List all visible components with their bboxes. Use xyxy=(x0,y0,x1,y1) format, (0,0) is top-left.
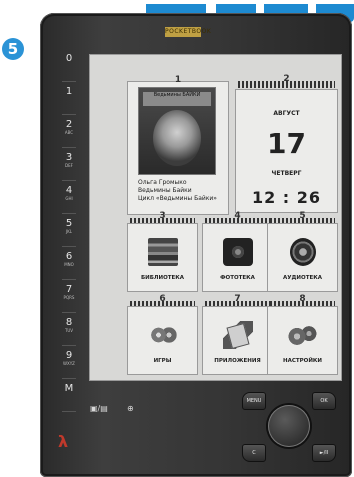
app-tile-photos[interactable]: 4 ФОТОТЕКА xyxy=(202,211,273,292)
current-book-tile[interactable]: 1 Ведьмины БАЙКИ Ольга Громыко Ведьмины … xyxy=(127,75,229,215)
c-button[interactable]: C xyxy=(242,444,266,462)
tile-number: 1 xyxy=(174,75,182,85)
zoom-icon[interactable]: ⊕ xyxy=(127,404,134,413)
gamepad-icon xyxy=(148,321,178,349)
book-cover: Ведьмины БАЙКИ xyxy=(138,87,216,175)
tile-body: АУДИОТЕКА xyxy=(267,223,338,292)
device-bottom-panel: ▣/▤ ⊕ λ MENU OK C ►/II xyxy=(40,380,352,477)
tile-number: 2 xyxy=(283,74,290,84)
app-label: НАСТРОЙКИ xyxy=(282,358,323,364)
brand-logo: POCKETBOOK xyxy=(165,27,212,37)
ok-button[interactable]: OK xyxy=(312,392,336,410)
app-tile-library[interactable]: 3 БИБЛИОТЕКА xyxy=(127,211,198,292)
bookmark-icon[interactable]: ▣/▤ xyxy=(90,404,108,413)
calendar-month: АВГУСТ xyxy=(273,110,300,117)
number-keys: 0 1 2 ABC 3 DEF 4 GHI 5 JKL 6 MNO 7 PQRS 8 TUV … xyxy=(58,53,80,423)
tile-body: ПРИЛОЖЕНИЯ xyxy=(202,306,273,375)
clock-time: 12 : 26 xyxy=(251,188,322,207)
camera-icon xyxy=(223,238,253,266)
key-0[interactable]: 0 xyxy=(58,53,80,82)
app-label: ФОТОТЕКА xyxy=(220,275,255,281)
navigation-pad: MENU OK C ►/II xyxy=(242,392,336,464)
key-7[interactable]: 7 PQRS xyxy=(58,284,80,313)
app-tile-audio[interactable]: 5 АУДИОТЕКА xyxy=(267,211,338,292)
key-9[interactable]: 9 WXYZ xyxy=(58,350,80,379)
tile-body: ИГРЫ xyxy=(127,306,198,375)
calendar-weekday: ЧЕТВЕРГ xyxy=(271,170,302,177)
app-tile-applications[interactable]: 7 ПРИЛОЖЕНИЯ xyxy=(202,294,273,375)
joystick-ring[interactable] xyxy=(268,405,310,447)
app-label: ПРИЛОЖЕНИЯ xyxy=(214,358,261,364)
tile-number: 4 xyxy=(234,211,241,221)
key-1[interactable]: 1 xyxy=(58,86,80,115)
key-3[interactable]: 3 DEF xyxy=(58,152,80,181)
book-title: Ведьмины Байки xyxy=(138,187,192,194)
cover-art xyxy=(153,110,201,166)
gears-icon xyxy=(288,321,318,349)
menu-button[interactable]: MENU xyxy=(242,392,266,410)
calendar-tile[interactable]: 2 АВГУСТ 17 ЧЕТВЕРГ 12 : 26 xyxy=(235,74,338,213)
key-2[interactable]: 2 ABC xyxy=(58,119,80,148)
tile-number: 6 xyxy=(159,294,166,304)
key-5[interactable]: 5 JKL xyxy=(58,218,80,247)
reader-logo-icon: λ xyxy=(58,432,69,451)
tile-number: 5 xyxy=(299,211,306,221)
app-label: ИГРЫ xyxy=(153,358,172,364)
calendar-day: 17 xyxy=(267,127,306,160)
key-8[interactable]: 8 TUV xyxy=(58,317,80,346)
speaker-icon xyxy=(290,238,316,266)
notebook-icon xyxy=(223,321,253,349)
key-6[interactable]: 6 MNO xyxy=(58,251,80,280)
app-tile-settings[interactable]: 8 НАСТРОЙКИ xyxy=(267,294,338,375)
play-pause-button[interactable]: ►/II xyxy=(312,444,336,462)
tile-body: НАСТРОЙКИ xyxy=(267,306,338,375)
book-series: Цикл «Ведьмины Байки» xyxy=(138,195,217,202)
book-info: Ольга Громыко Ведьмины Байки Цикл «Ведьм… xyxy=(138,179,226,203)
eink-screen: 1 Ведьмины БАЙКИ Ольга Громыко Ведьмины … xyxy=(89,54,342,381)
tile-body: ФОТОТЕКА xyxy=(202,223,273,292)
tile-number: 8 xyxy=(299,294,306,304)
cover-title: Ведьмины БАЙКИ xyxy=(143,92,211,106)
calendar-page: АВГУСТ 17 ЧЕТВЕРГ 12 : 26 xyxy=(235,89,338,213)
app-label: БИБЛИОТЕКА xyxy=(140,275,185,281)
app-tile-games[interactable]: 6 ИГРЫ xyxy=(127,294,198,375)
tile-number: 7 xyxy=(234,294,241,304)
books-icon xyxy=(148,238,178,266)
book-author: Ольга Громыко xyxy=(138,179,187,186)
app-label: АУДИОТЕКА xyxy=(283,275,322,281)
step-badge: 5 xyxy=(2,38,24,60)
tile-body: БИБЛИОТЕКА xyxy=(127,223,198,292)
key-4[interactable]: 4 GHI xyxy=(58,185,80,214)
tile-number: 3 xyxy=(159,211,166,221)
